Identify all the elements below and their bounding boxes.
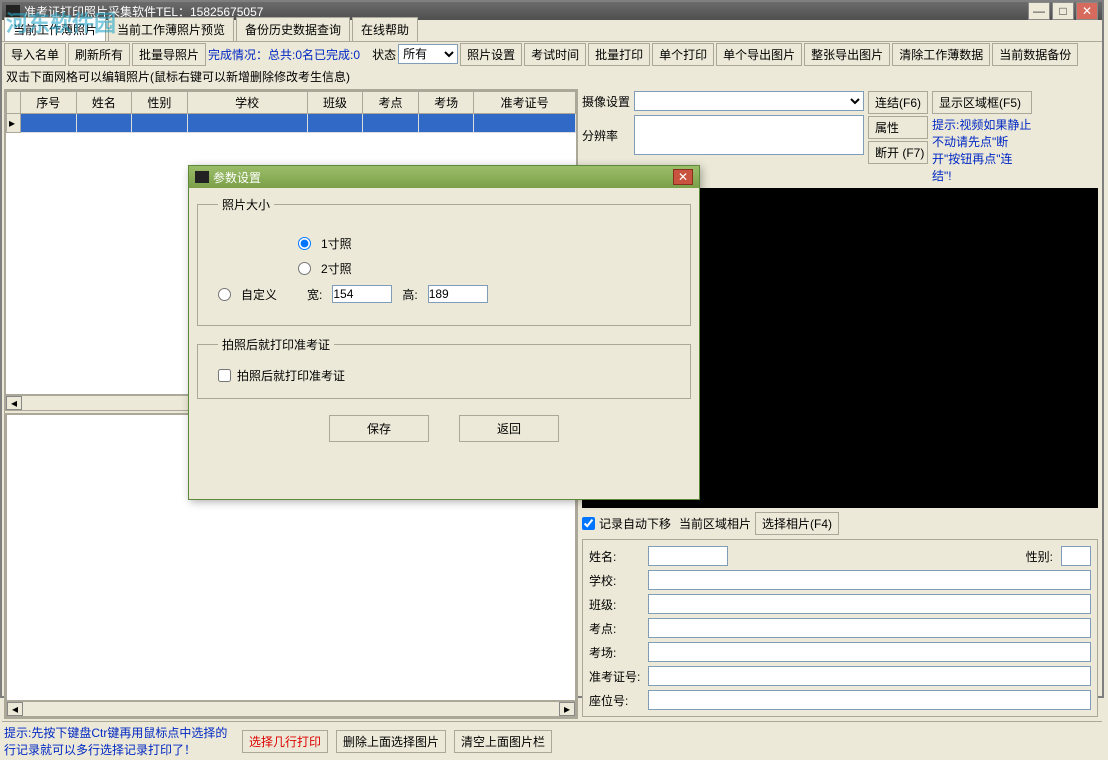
tab-current-photos[interactable]: 当前工作薄照片 [4, 17, 106, 41]
dialog-titlebar: 参数设置 ✕ [189, 166, 699, 188]
col-name[interactable]: 姓名 [76, 92, 132, 114]
radio-2inch-label: 2寸照 [321, 260, 352, 277]
minimize-button[interactable]: — [1028, 2, 1050, 20]
name-field[interactable] [648, 546, 728, 566]
width-field[interactable] [332, 285, 392, 303]
dialog-icon [195, 171, 209, 183]
height-label: 高: [402, 286, 417, 303]
width-label: 宽: [307, 286, 322, 303]
scroll-left-icon[interactable]: ◂ [6, 396, 22, 410]
col-site[interactable]: 考点 [363, 92, 419, 114]
seat-label: 座位号: [589, 692, 640, 709]
auto-next-label: 记录自动下移 [599, 515, 671, 532]
after-shot-legend: 拍照后就打印准考证 [218, 336, 334, 353]
settings-dialog: 参数设置 ✕ 照片大小 1寸照 2寸照 自定义 宽: 高: 拍照后就打印准考证 … [188, 165, 700, 500]
choose-photo-button[interactable]: 选择相片(F4) [755, 512, 839, 535]
school-field[interactable] [648, 570, 1091, 590]
school-label: 学校: [589, 572, 640, 589]
state-select[interactable]: 所有 [398, 44, 458, 64]
class-field[interactable] [648, 594, 1091, 614]
class-label: 班级: [589, 596, 640, 613]
connect-button[interactable]: 连结(F6) [868, 91, 928, 114]
maximize-button[interactable]: □ [1052, 2, 1074, 20]
area-photo-label: 当前区域相片 [679, 515, 751, 532]
scroll-right-icon[interactable]: ▸ [559, 702, 575, 716]
dialog-title: 参数设置 [213, 169, 261, 186]
name-label: 姓名: [589, 548, 640, 565]
camera-device-select[interactable] [634, 91, 864, 111]
site-field[interactable] [648, 618, 1091, 638]
bottom-hint: 提示:先按下键盘Ctr键再用鼠标点中选择的行记录就可以多行选择记录打印了！ [4, 724, 234, 758]
after-shot-group: 拍照后就打印准考证 拍照后就打印准考证 [197, 336, 691, 399]
multi-print-button[interactable]: 选择几行打印 [242, 730, 328, 753]
col-school[interactable]: 学校 [187, 92, 307, 114]
radio-custom[interactable] [218, 288, 231, 301]
col-room[interactable]: 考场 [418, 92, 474, 114]
radio-2inch[interactable] [298, 262, 311, 275]
print-after-shot-checkbox[interactable] [218, 369, 231, 382]
print-after-shot-label: 拍照后就打印准考证 [237, 367, 345, 384]
tab-backup-query[interactable]: 备份历史数据查询 [236, 17, 350, 41]
auto-next-checkbox[interactable] [582, 517, 595, 530]
refresh-all-button[interactable]: 刷新所有 [68, 43, 130, 66]
delete-selected-button[interactable]: 删除上面选择图片 [336, 730, 446, 753]
col-class[interactable]: 班级 [307, 92, 363, 114]
save-button[interactable]: 保存 [329, 415, 429, 442]
clear-book-button[interactable]: 清除工作薄数据 [892, 43, 990, 66]
toolbar: 导入名单 刷新所有 批量导照片 完成情况：总共:0名已完成:0 状态 所有 照片… [2, 42, 1102, 66]
site-label: 考点: [589, 620, 640, 637]
sheet-export-button[interactable]: 整张导出图片 [804, 43, 890, 66]
dialog-close-button[interactable]: ✕ [673, 169, 693, 185]
single-export-button[interactable]: 单个导出图片 [716, 43, 802, 66]
ticket-label: 准考证号: [589, 668, 640, 685]
height-field[interactable] [428, 285, 488, 303]
resolution-label: 分辨率 [582, 127, 630, 144]
show-area-button[interactable]: 显示区域框(F5) [932, 91, 1032, 114]
scroll-left-icon[interactable]: ◂ [7, 702, 23, 716]
app-icon [6, 5, 20, 17]
completion-status: 完成情况：总共:0名已完成:0 [208, 46, 360, 63]
seat-field[interactable] [648, 690, 1091, 710]
property-button[interactable]: 属性 [868, 116, 928, 139]
gender-field[interactable] [1061, 546, 1091, 566]
disconnect-button[interactable]: 断开 (F7) [868, 141, 928, 164]
col-gender[interactable]: 性别 [132, 92, 188, 114]
main-tabs: 当前工作薄照片 当前工作薄照片预览 备份历史数据查询 在线帮助 [2, 20, 1102, 42]
photo-size-legend: 照片大小 [218, 196, 274, 213]
batch-print-button[interactable]: 批量打印 [588, 43, 650, 66]
ticket-field[interactable] [648, 666, 1091, 686]
state-label: 状态 [372, 46, 396, 63]
col-ticket[interactable]: 准考证号 [474, 92, 576, 114]
photo-settings-button[interactable]: 照片设置 [460, 43, 522, 66]
resolution-field[interactable] [634, 115, 864, 155]
radio-custom-label: 自定义 [241, 286, 277, 303]
grid-hint: 双击下面网格可以编辑照片(鼠标右键可以新增删除修改考生信息) [2, 66, 1102, 87]
room-label: 考场: [589, 644, 640, 661]
clear-thumbs-button[interactable]: 清空上面图片栏 [454, 730, 552, 753]
radio-1inch[interactable] [298, 237, 311, 250]
current-backup-button[interactable]: 当前数据备份 [992, 43, 1078, 66]
import-list-button[interactable]: 导入名单 [4, 43, 66, 66]
back-button[interactable]: 返回 [459, 415, 559, 442]
table-row[interactable]: ▸ [7, 114, 576, 133]
camera-tip: 提示:视频如果静止不动请先点"断开"按钮再点"连结"! [932, 116, 1032, 184]
tab-help[interactable]: 在线帮助 [352, 17, 418, 41]
tab-preview[interactable]: 当前工作薄照片预览 [108, 17, 234, 41]
col-seq[interactable]: 序号 [21, 92, 77, 114]
photo-size-group: 照片大小 1寸照 2寸照 自定义 宽: 高: [197, 196, 691, 326]
close-button[interactable]: ✕ [1076, 2, 1098, 20]
room-field[interactable] [648, 642, 1091, 662]
thumb-scrollbar[interactable]: ◂ ▸ [6, 701, 576, 717]
batch-shoot-button[interactable]: 批量导照片 [132, 43, 206, 66]
single-print-button[interactable]: 单个打印 [652, 43, 714, 66]
radio-1inch-label: 1寸照 [321, 235, 352, 252]
exam-time-button[interactable]: 考试时间 [524, 43, 586, 66]
camera-device-label: 摄像设置 [582, 93, 630, 110]
student-form: 姓名: 性别: 学校: 班级: 考点: 考场: 准考证号: 座位号: [582, 539, 1098, 717]
gender-label: 性别: [1026, 548, 1053, 565]
